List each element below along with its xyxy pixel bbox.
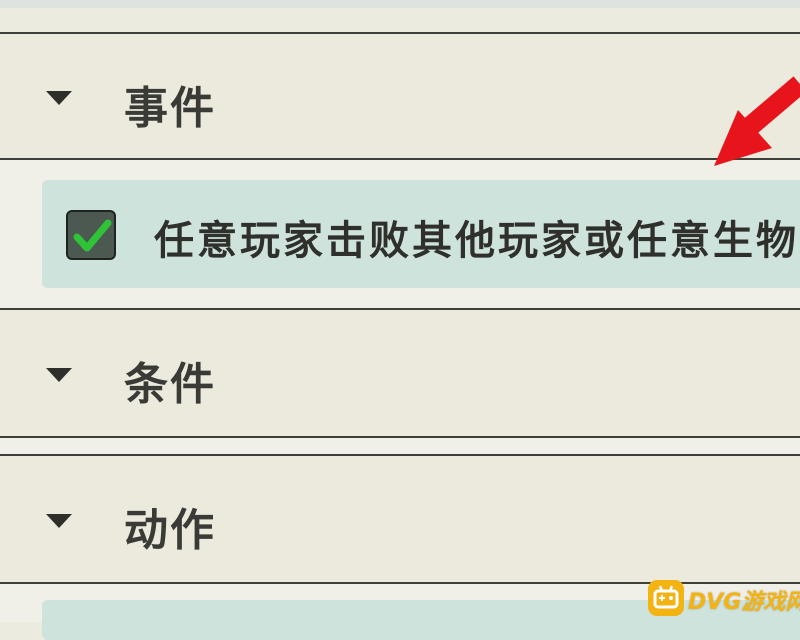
watermark-text: DVG游戏网	[688, 590, 800, 615]
caret-down-icon[interactable]	[46, 514, 72, 528]
section-header-event[interactable]: 事件	[0, 32, 800, 160]
caret-down-icon[interactable]	[46, 91, 72, 105]
section-title-event: 事件	[124, 83, 216, 134]
top-strip	[0, 0, 800, 8]
section-header-condition[interactable]: 条件	[0, 308, 800, 438]
event-checkbox[interactable]	[66, 210, 116, 260]
checkmark-icon	[73, 219, 112, 252]
event-item-text: 任意玩家击败其他玩家或任意生物	[154, 218, 799, 264]
event-item-row[interactable]: 任意玩家击败其他玩家或任意生物	[42, 180, 800, 288]
caret-down-icon[interactable]	[46, 368, 72, 382]
watermark: DVG游戏网	[648, 578, 800, 618]
section-header-action[interactable]: 动作	[0, 454, 800, 584]
section-title-condition: 条件	[124, 359, 216, 410]
section-gap	[0, 438, 800, 454]
section-title-action: 动作	[124, 505, 216, 556]
red-arrow-icon	[714, 76, 800, 166]
gamepad-logo-icon	[648, 580, 684, 616]
